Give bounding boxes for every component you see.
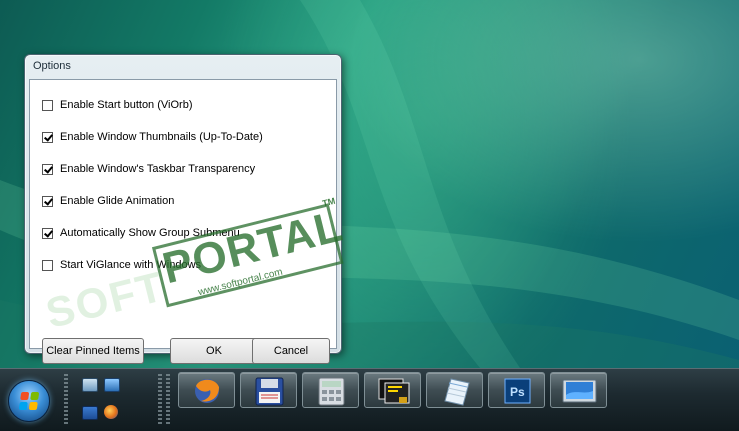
option-label: Enable Glide Animation — [60, 195, 175, 207]
option-start-with-windows[interactable]: Start ViGlance with Windows — [42, 258, 201, 272]
show-desktop-icon[interactable] — [82, 378, 98, 392]
taskbar-button-monitor[interactable] — [550, 372, 607, 408]
ok-button[interactable]: OK — [170, 338, 258, 364]
option-label: Enable Window Thumbnails (Up-To-Date) — [60, 131, 263, 143]
option-enable-glide-animation[interactable]: Enable Glide Animation — [42, 194, 174, 208]
checkbox[interactable] — [42, 227, 53, 239]
calculator-icon — [318, 377, 345, 406]
option-enable-taskbar-transparency[interactable]: Enable Window's Taskbar Transparency — [42, 162, 255, 176]
clear-pinned-items-button[interactable]: Clear Pinned Items — [42, 338, 144, 364]
option-label: Automatically Show Group Submenu — [60, 227, 240, 239]
floppy-disk-icon — [255, 377, 284, 406]
option-label: Enable Start button (ViOrb) — [60, 99, 193, 111]
checkbox[interactable] — [42, 259, 53, 271]
dialog-client-area: Enable Start button (ViOrb) Enable Windo… — [29, 79, 337, 364]
save-icon[interactable] — [82, 406, 98, 420]
cancel-button[interactable]: Cancel — [252, 338, 330, 364]
checkbox[interactable] — [42, 131, 53, 143]
terminal-icon — [378, 378, 410, 404]
monitor-icon — [562, 379, 597, 403]
start-orb-button[interactable] — [8, 380, 50, 422]
option-enable-window-thumbnails[interactable]: Enable Window Thumbnails (Up-To-Date) — [42, 130, 263, 144]
checkbox[interactable] — [42, 163, 53, 175]
taskbar-button-firefox[interactable] — [178, 372, 235, 408]
options-dialog: Options Enable Start button (ViOrb) Enab… — [24, 54, 342, 364]
option-enable-start-button[interactable]: Enable Start button (ViOrb) — [42, 98, 192, 112]
option-label: Enable Window's Taskbar Transparency — [60, 163, 256, 175]
notepad-icon — [444, 378, 470, 406]
taskbar-button-terminal[interactable] — [364, 372, 421, 408]
taskbar-grip[interactable] — [158, 374, 162, 424]
photoshop-label: Ps — [510, 385, 525, 399]
photoshop-icon: Ps — [504, 378, 531, 404]
option-auto-show-group-submenu[interactable]: Automatically Show Group Submenu — [42, 226, 240, 240]
windows-logo-icon — [18, 392, 40, 410]
firefox-icon[interactable] — [104, 405, 118, 419]
taskbar-grip[interactable] — [64, 374, 68, 424]
taskbar-button-notepad[interactable] — [426, 372, 483, 408]
dialog-title: Options — [33, 60, 71, 72]
taskbar-button-calculator[interactable] — [302, 372, 359, 408]
taskbar-grip[interactable] — [166, 374, 170, 424]
checkbox[interactable] — [42, 195, 53, 207]
firefox-icon — [195, 379, 219, 403]
switch-windows-icon[interactable] — [104, 378, 120, 392]
taskbar-button-save[interactable] — [240, 372, 297, 408]
taskbar-button-photoshop[interactable]: Ps — [488, 372, 545, 408]
checkbox[interactable] — [42, 99, 53, 111]
option-label: Start ViGlance with Windows — [60, 259, 202, 271]
